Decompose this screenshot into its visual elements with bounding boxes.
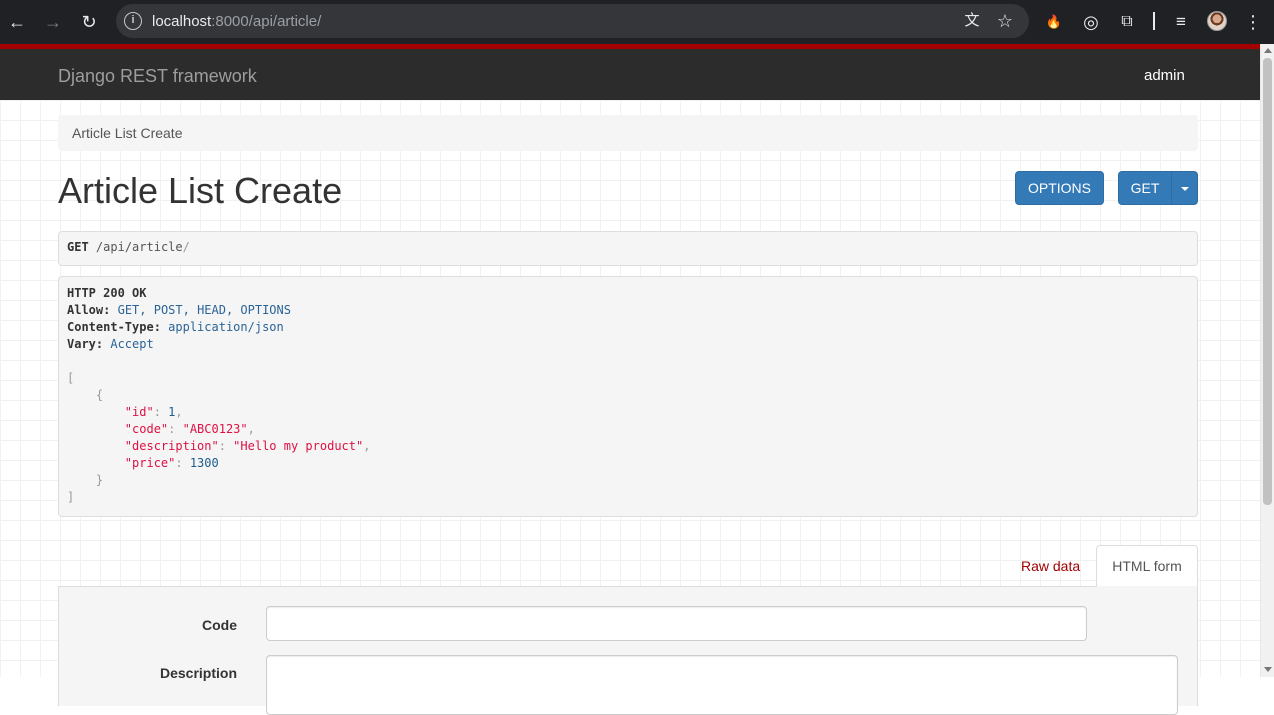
header-value: GET, POST, HEAD, OPTIONS — [117, 303, 291, 317]
get-format-dropdown-button[interactable] — [1171, 171, 1198, 205]
json-bracket: [ — [67, 371, 75, 385]
tab-html-form[interactable]: HTML form — [1096, 545, 1198, 587]
media-control-icon[interactable]: ≡ — [1170, 11, 1192, 33]
scroll-up-arrow-icon[interactable] — [1264, 48, 1272, 53]
page-scrollbar[interactable] — [1260, 44, 1274, 677]
json-brace: { — [95, 388, 104, 402]
caret-down-icon — [1180, 187, 1189, 192]
code-input[interactable] — [266, 606, 1087, 641]
breadcrumb-item[interactable]: Article List Create — [72, 125, 182, 141]
forward-icon[interactable]: → — [41, 10, 65, 34]
url-path: :8000/api/article/ — [211, 13, 322, 30]
get-button[interactable]: GET — [1118, 171, 1172, 205]
breadcrumb: Article List Create — [58, 115, 1198, 151]
json-value: 1300 — [189, 456, 219, 470]
toolbar-divider — [1153, 12, 1155, 30]
description-label: Description — [159, 665, 237, 681]
back-icon[interactable]: ← — [5, 10, 29, 34]
extension-circle-icon[interactable]: ◎ — [1080, 11, 1102, 33]
request-info: GET /api/article/ — [58, 231, 1198, 266]
page-content: Article List Create Article List Create … — [0, 100, 1260, 715]
options-button[interactable]: OPTIONS — [1015, 171, 1104, 205]
extension-icon[interactable]: 🔥 — [1043, 11, 1065, 33]
request-path-slash: / — [182, 240, 190, 254]
header-name: Content-Type: — [67, 320, 161, 334]
description-textarea[interactable] — [266, 655, 1178, 715]
json-key: "code" — [124, 422, 169, 436]
request-method: GET — [67, 240, 89, 254]
menu-icon[interactable]: ⋮ — [1242, 11, 1264, 33]
scrollbar-thumb[interactable] — [1263, 58, 1272, 505]
scroll-down-arrow-icon[interactable] — [1264, 667, 1272, 672]
user-menu[interactable]: admin — [1144, 67, 1185, 84]
json-bracket: ] — [67, 490, 75, 504]
header-value: application/json — [168, 320, 284, 334]
page-title: Article List Create — [58, 170, 343, 211]
translate-icon[interactable]: 文 — [962, 12, 982, 30]
json-value: "ABC0123" — [182, 422, 248, 436]
json-key: "id" — [124, 405, 154, 419]
json-key: "description" — [124, 439, 219, 453]
navbar: Django REST framework admin — [0, 49, 1260, 100]
reload-icon[interactable]: ↻ — [77, 10, 101, 34]
site-info-icon[interactable]: i — [124, 12, 142, 30]
html-form-panel: Code Description — [58, 586, 1198, 715]
response-status: HTTP 200 OK — [67, 286, 147, 300]
request-path: /api/article — [95, 240, 183, 254]
bookmark-star-icon[interactable]: ☆ — [995, 12, 1015, 30]
browser-toolbar: ← → ↻ i localhost:8000/api/article/ 文 ☆ … — [0, 0, 1274, 44]
header-name: Vary: — [67, 337, 104, 351]
code-label: Code — [202, 617, 237, 633]
tab-raw-data[interactable]: Raw data — [1021, 558, 1080, 574]
extensions-puzzle-icon[interactable]: ⧉ — [1116, 11, 1138, 33]
response-info: HTTP 200 OK Allow: GET, POST, HEAD, OPTI… — [58, 276, 1198, 517]
profile-avatar[interactable] — [1207, 11, 1227, 31]
url-host: localhost — [152, 13, 212, 30]
json-key: "price" — [124, 456, 176, 470]
json-brace: } — [95, 473, 104, 487]
url-text[interactable]: localhost:8000/api/article/ — [152, 13, 321, 30]
json-value: "Hello my product" — [233, 439, 364, 453]
brand-link[interactable]: Django REST framework — [58, 66, 257, 87]
header-value: Accept — [110, 337, 154, 351]
address-bar[interactable]: i localhost:8000/api/article/ 文 ☆ — [116, 4, 1029, 38]
header-name: Allow: — [67, 303, 111, 317]
